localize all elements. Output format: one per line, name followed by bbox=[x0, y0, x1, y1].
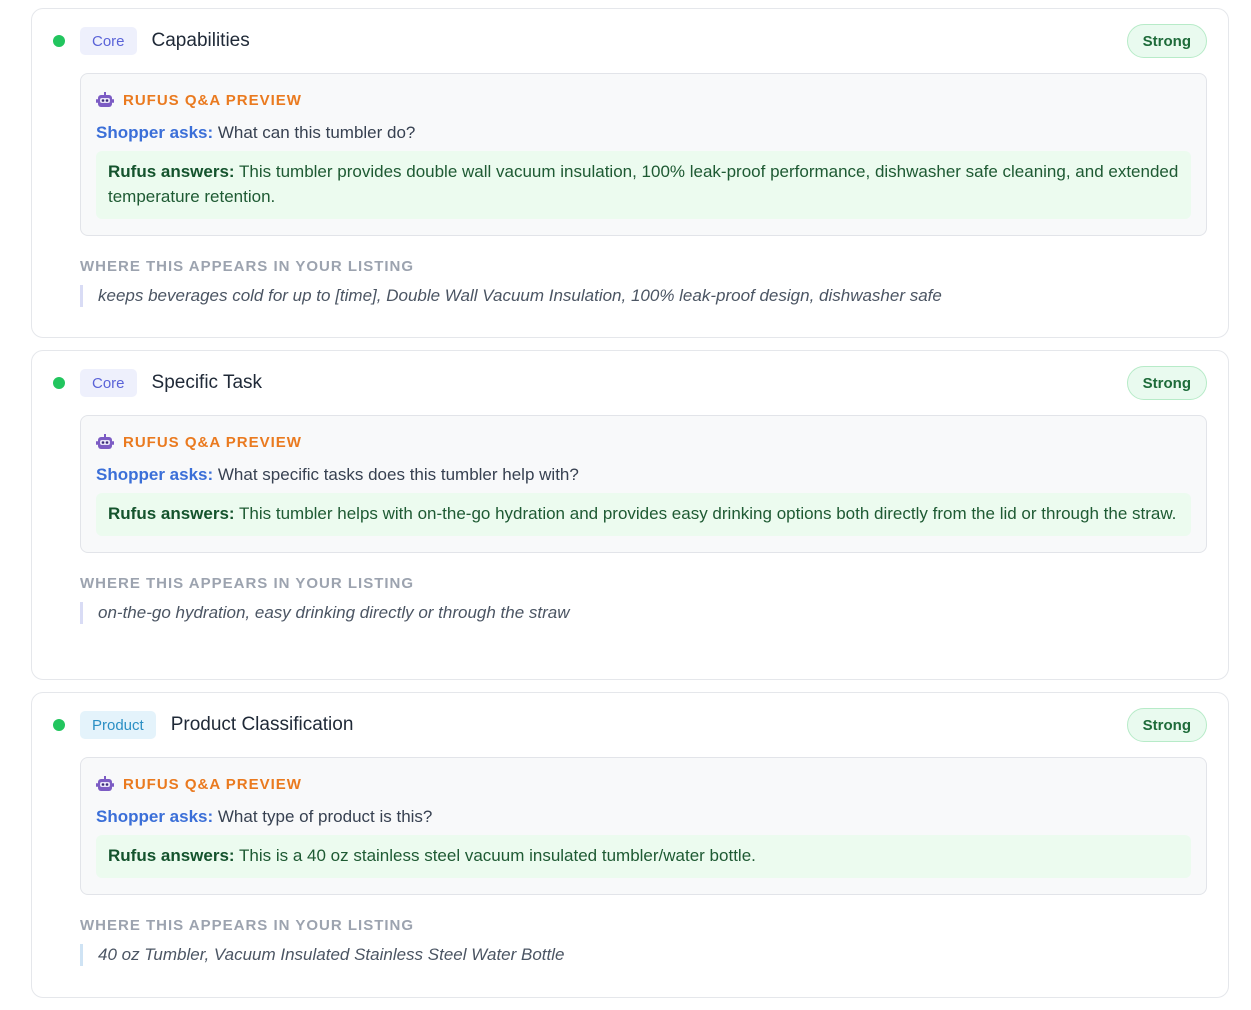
evaluation-card: Core Capabilities Strong RUFUS Q&A PREVI… bbox=[31, 8, 1229, 338]
listing-reference: WHERE THIS APPEARS IN YOUR LISTING 40 oz… bbox=[80, 917, 1207, 996]
answer-text: This tumbler provides double wall vacuum… bbox=[108, 162, 1179, 206]
category-tag: Core bbox=[80, 369, 137, 397]
card-title: Specific Task bbox=[151, 372, 263, 393]
rufus-preview-box: RUFUS Q&A PREVIEW Shopper asks: What can… bbox=[80, 73, 1207, 236]
card-header: Core Capabilities Strong bbox=[32, 9, 1228, 73]
preview-header: RUFUS Q&A PREVIEW bbox=[96, 774, 1191, 794]
evaluation-card: Core Specific Task Strong RUFUS Q&A PREV… bbox=[31, 350, 1229, 680]
status-dot-icon bbox=[53, 35, 65, 47]
strength-badge: Strong bbox=[1126, 708, 1207, 742]
shopper-question: Shopper asks: What type of product is th… bbox=[96, 806, 1191, 828]
card-header: Core Specific Task Strong bbox=[32, 351, 1228, 415]
robot-icon bbox=[96, 776, 114, 792]
question-text: What type of product is this? bbox=[217, 807, 433, 826]
rufus-preview-box: RUFUS Q&A PREVIEW Shopper asks: What spe… bbox=[80, 415, 1207, 553]
rufus-prefix: Rufus answers: bbox=[108, 504, 235, 523]
listing-reference-text: 40 oz Tumbler, Vacuum Insulated Stainles… bbox=[80, 944, 1207, 966]
rufus-prefix: Rufus answers: bbox=[108, 846, 235, 865]
listing-reference-label: WHERE THIS APPEARS IN YOUR LISTING bbox=[80, 917, 415, 934]
question-text: What specific tasks does this tumbler he… bbox=[217, 465, 579, 484]
rufus-answer: Rufus answers: This is a 40 oz stainless… bbox=[96, 835, 1191, 878]
listing-reference: WHERE THIS APPEARS IN YOUR LISTING on-th… bbox=[80, 575, 1207, 654]
shopper-prefix: Shopper asks: bbox=[96, 123, 214, 142]
rufus-preview-box: RUFUS Q&A PREVIEW Shopper asks: What typ… bbox=[80, 757, 1207, 895]
evaluation-card: Product Product Classification Strong RU… bbox=[31, 692, 1229, 998]
evaluation-card-list: Core Capabilities Strong RUFUS Q&A PREVI… bbox=[31, 8, 1229, 1010]
category-tag: Product bbox=[80, 711, 156, 739]
shopper-prefix: Shopper asks: bbox=[96, 465, 214, 484]
preview-label: RUFUS Q&A PREVIEW bbox=[123, 433, 302, 451]
rufus-answer: Rufus answers: This tumbler helps with o… bbox=[96, 493, 1191, 536]
card-title: Product Classification bbox=[170, 714, 354, 735]
category-tag: Core bbox=[80, 27, 137, 55]
shopper-prefix: Shopper asks: bbox=[96, 807, 214, 826]
card-header: Product Product Classification Strong bbox=[32, 693, 1228, 757]
rufus-prefix: Rufus answers: bbox=[108, 162, 235, 181]
answer-text: This tumbler helps with on-the-go hydrat… bbox=[239, 504, 1177, 523]
preview-label: RUFUS Q&A PREVIEW bbox=[123, 775, 302, 793]
listing-reference-label: WHERE THIS APPEARS IN YOUR LISTING bbox=[80, 258, 415, 275]
card-title: Capabilities bbox=[151, 30, 250, 51]
shopper-question: Shopper asks: What can this tumbler do? bbox=[96, 122, 1191, 144]
preview-header: RUFUS Q&A PREVIEW bbox=[96, 90, 1191, 110]
robot-icon bbox=[96, 434, 114, 450]
status-dot-icon bbox=[53, 719, 65, 731]
status-dot-icon bbox=[53, 377, 65, 389]
listing-reference-text: on-the-go hydration, easy drinking direc… bbox=[80, 602, 1207, 624]
rufus-answer: Rufus answers: This tumbler provides dou… bbox=[96, 151, 1191, 219]
robot-icon bbox=[96, 92, 114, 108]
listing-reference-label: WHERE THIS APPEARS IN YOUR LISTING bbox=[80, 575, 415, 592]
question-text: What can this tumbler do? bbox=[217, 123, 416, 142]
answer-text: This is a 40 oz stainless steel vacuum i… bbox=[239, 846, 756, 865]
preview-header: RUFUS Q&A PREVIEW bbox=[96, 432, 1191, 452]
strength-badge: Strong bbox=[1126, 24, 1207, 58]
shopper-question: Shopper asks: What specific tasks does t… bbox=[96, 464, 1191, 486]
strength-badge: Strong bbox=[1126, 366, 1207, 400]
listing-reference-text: keeps beverages cold for up to [time], D… bbox=[80, 285, 1207, 307]
preview-label: RUFUS Q&A PREVIEW bbox=[123, 91, 302, 109]
listing-reference: WHERE THIS APPEARS IN YOUR LISTING keeps… bbox=[80, 258, 1207, 337]
